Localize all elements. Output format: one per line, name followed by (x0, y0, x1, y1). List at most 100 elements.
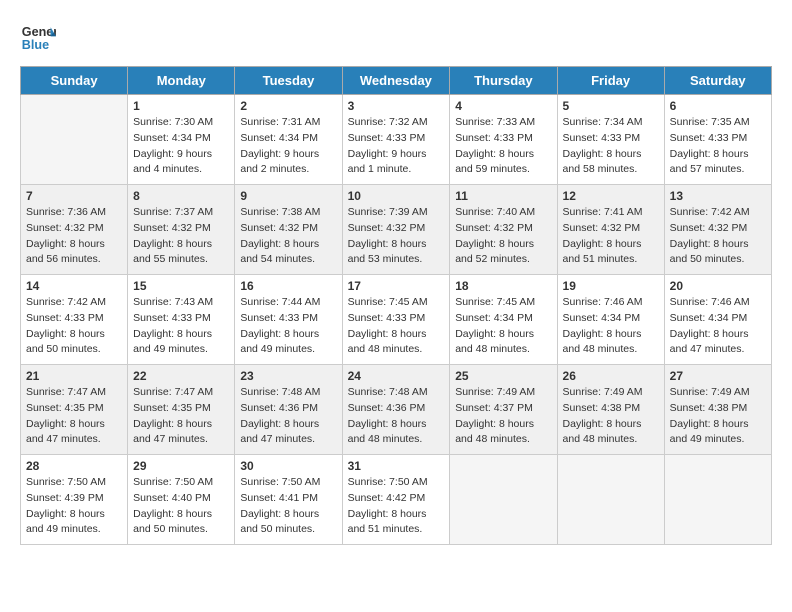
day-info: Sunrise: 7:39 AM Sunset: 4:32 PM Dayligh… (348, 205, 445, 268)
day-number: 30 (240, 459, 336, 473)
daylight: Daylight: 8 hours and 48 minutes. (455, 418, 534, 446)
sunset: Sunset: 4:36 PM (348, 402, 426, 414)
calendar-cell: 25 Sunrise: 7:49 AM Sunset: 4:37 PM Dayl… (450, 365, 557, 455)
day-info: Sunrise: 7:46 AM Sunset: 4:34 PM Dayligh… (670, 295, 766, 358)
calendar-cell: 18 Sunrise: 7:45 AM Sunset: 4:34 PM Dayl… (450, 275, 557, 365)
daylight: Daylight: 8 hours and 47 minutes. (670, 328, 749, 356)
day-number: 14 (26, 279, 122, 293)
daylight: Daylight: 8 hours and 50 minutes. (133, 508, 212, 536)
calendar-cell: 11 Sunrise: 7:40 AM Sunset: 4:32 PM Dayl… (450, 185, 557, 275)
day-info: Sunrise: 7:42 AM Sunset: 4:32 PM Dayligh… (670, 205, 766, 268)
sunset: Sunset: 4:32 PM (133, 222, 211, 234)
day-number: 22 (133, 369, 229, 383)
calendar-cell: 2 Sunrise: 7:31 AM Sunset: 4:34 PM Dayli… (235, 95, 342, 185)
calendar-cell (21, 95, 128, 185)
sunset: Sunset: 4:35 PM (26, 402, 104, 414)
calendar-week-row: 1 Sunrise: 7:30 AM Sunset: 4:34 PM Dayli… (21, 95, 772, 185)
calendar-week-row: 7 Sunrise: 7:36 AM Sunset: 4:32 PM Dayli… (21, 185, 772, 275)
daylight: Daylight: 8 hours and 54 minutes. (240, 238, 319, 266)
sunrise: Sunrise: 7:34 AM (563, 116, 643, 128)
sunset: Sunset: 4:34 PM (670, 312, 748, 324)
sunset: Sunset: 4:37 PM (455, 402, 533, 414)
sunrise: Sunrise: 7:50 AM (240, 476, 320, 488)
daylight: Daylight: 8 hours and 49 minutes. (670, 418, 749, 446)
sunrise: Sunrise: 7:43 AM (133, 296, 213, 308)
sunrise: Sunrise: 7:42 AM (26, 296, 106, 308)
daylight: Daylight: 8 hours and 55 minutes. (133, 238, 212, 266)
calendar-cell: 28 Sunrise: 7:50 AM Sunset: 4:39 PM Dayl… (21, 455, 128, 545)
calendar-cell: 7 Sunrise: 7:36 AM Sunset: 4:32 PM Dayli… (21, 185, 128, 275)
header-tuesday: Tuesday (235, 67, 342, 95)
daylight: Daylight: 8 hours and 50 minutes. (670, 238, 749, 266)
daylight: Daylight: 8 hours and 48 minutes. (348, 418, 427, 446)
sunset: Sunset: 4:34 PM (240, 132, 318, 144)
day-info: Sunrise: 7:31 AM Sunset: 4:34 PM Dayligh… (240, 115, 336, 178)
day-info: Sunrise: 7:48 AM Sunset: 4:36 PM Dayligh… (348, 385, 445, 448)
day-info: Sunrise: 7:40 AM Sunset: 4:32 PM Dayligh… (455, 205, 551, 268)
sunset: Sunset: 4:33 PM (133, 312, 211, 324)
sunset: Sunset: 4:32 PM (240, 222, 318, 234)
day-info: Sunrise: 7:41 AM Sunset: 4:32 PM Dayligh… (563, 205, 659, 268)
daylight: Daylight: 8 hours and 59 minutes. (455, 148, 534, 176)
logo: General Blue (20, 20, 56, 56)
day-number: 18 (455, 279, 551, 293)
sunrise: Sunrise: 7:50 AM (348, 476, 428, 488)
calendar-table: SundayMondayTuesdayWednesdayThursdayFrid… (20, 66, 772, 545)
day-number: 15 (133, 279, 229, 293)
calendar-cell: 24 Sunrise: 7:48 AM Sunset: 4:36 PM Dayl… (342, 365, 450, 455)
sunrise: Sunrise: 7:49 AM (563, 386, 643, 398)
sunrise: Sunrise: 7:33 AM (455, 116, 535, 128)
day-number: 2 (240, 99, 336, 113)
sunset: Sunset: 4:32 PM (348, 222, 426, 234)
day-number: 1 (133, 99, 229, 113)
day-info: Sunrise: 7:37 AM Sunset: 4:32 PM Dayligh… (133, 205, 229, 268)
daylight: Daylight: 8 hours and 48 minutes. (348, 328, 427, 356)
sunset: Sunset: 4:32 PM (455, 222, 533, 234)
daylight: Daylight: 8 hours and 52 minutes. (455, 238, 534, 266)
day-info: Sunrise: 7:30 AM Sunset: 4:34 PM Dayligh… (133, 115, 229, 178)
day-info: Sunrise: 7:36 AM Sunset: 4:32 PM Dayligh… (26, 205, 122, 268)
daylight: Daylight: 8 hours and 49 minutes. (26, 508, 105, 536)
sunrise: Sunrise: 7:46 AM (563, 296, 643, 308)
sunrise: Sunrise: 7:42 AM (670, 206, 750, 218)
daylight: Daylight: 8 hours and 47 minutes. (133, 418, 212, 446)
calendar-cell: 8 Sunrise: 7:37 AM Sunset: 4:32 PM Dayli… (128, 185, 235, 275)
calendar-cell (664, 455, 771, 545)
sunrise: Sunrise: 7:47 AM (133, 386, 213, 398)
day-info: Sunrise: 7:48 AM Sunset: 4:36 PM Dayligh… (240, 385, 336, 448)
sunrise: Sunrise: 7:49 AM (455, 386, 535, 398)
day-number: 13 (670, 189, 766, 203)
logo-icon: General Blue (20, 20, 56, 56)
day-number: 27 (670, 369, 766, 383)
day-info: Sunrise: 7:47 AM Sunset: 4:35 PM Dayligh… (133, 385, 229, 448)
day-info: Sunrise: 7:49 AM Sunset: 4:38 PM Dayligh… (563, 385, 659, 448)
sunset: Sunset: 4:38 PM (670, 402, 748, 414)
day-number: 6 (670, 99, 766, 113)
sunset: Sunset: 4:34 PM (563, 312, 641, 324)
day-number: 19 (563, 279, 659, 293)
sunset: Sunset: 4:32 PM (563, 222, 641, 234)
header-friday: Friday (557, 67, 664, 95)
daylight: Daylight: 9 hours and 2 minutes. (240, 148, 319, 176)
day-info: Sunrise: 7:32 AM Sunset: 4:33 PM Dayligh… (348, 115, 445, 178)
day-info: Sunrise: 7:42 AM Sunset: 4:33 PM Dayligh… (26, 295, 122, 358)
sunrise: Sunrise: 7:45 AM (348, 296, 428, 308)
sunset: Sunset: 4:33 PM (348, 312, 426, 324)
calendar-cell: 13 Sunrise: 7:42 AM Sunset: 4:32 PM Dayl… (664, 185, 771, 275)
calendar-cell: 14 Sunrise: 7:42 AM Sunset: 4:33 PM Dayl… (21, 275, 128, 365)
daylight: Daylight: 8 hours and 50 minutes. (26, 328, 105, 356)
day-info: Sunrise: 7:44 AM Sunset: 4:33 PM Dayligh… (240, 295, 336, 358)
calendar-cell: 20 Sunrise: 7:46 AM Sunset: 4:34 PM Dayl… (664, 275, 771, 365)
day-number: 24 (348, 369, 445, 383)
sunset: Sunset: 4:33 PM (455, 132, 533, 144)
sunset: Sunset: 4:34 PM (133, 132, 211, 144)
sunset: Sunset: 4:33 PM (26, 312, 104, 324)
sunrise: Sunrise: 7:50 AM (133, 476, 213, 488)
calendar-cell: 22 Sunrise: 7:47 AM Sunset: 4:35 PM Dayl… (128, 365, 235, 455)
page-header: General Blue (20, 20, 772, 56)
sunrise: Sunrise: 7:31 AM (240, 116, 320, 128)
sunrise: Sunrise: 7:37 AM (133, 206, 213, 218)
daylight: Daylight: 8 hours and 56 minutes. (26, 238, 105, 266)
sunset: Sunset: 4:41 PM (240, 492, 318, 504)
day-info: Sunrise: 7:34 AM Sunset: 4:33 PM Dayligh… (563, 115, 659, 178)
